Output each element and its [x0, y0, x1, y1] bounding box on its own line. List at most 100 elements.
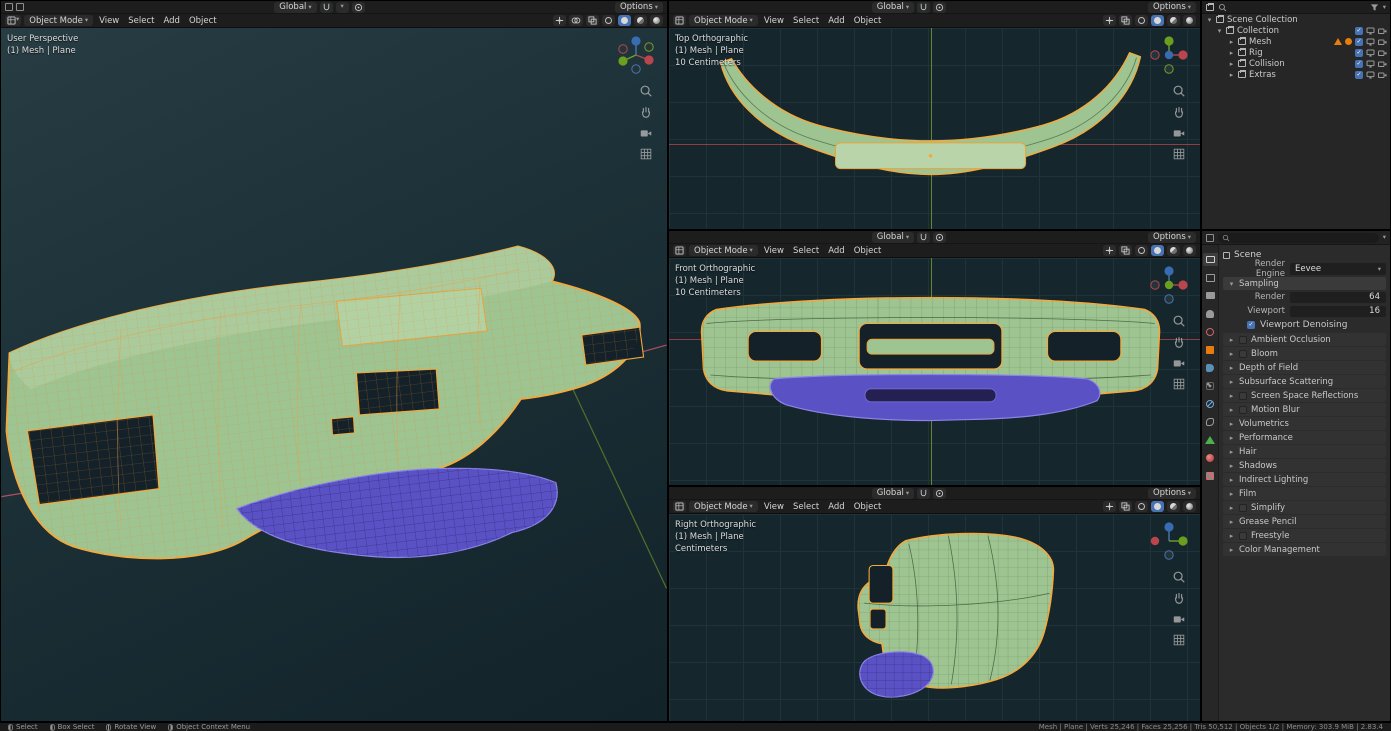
render-visibility-icon[interactable] — [1378, 71, 1387, 79]
tool-icon[interactable] — [16, 3, 24, 11]
section-checkbox[interactable] — [1239, 405, 1247, 414]
section-depth-of-field[interactable]: ▸ Depth of Field — [1223, 361, 1386, 374]
toggle-view-grid-icon[interactable] — [1172, 377, 1186, 391]
gizmo-toggle[interactable] — [553, 15, 566, 26]
xray-toggle[interactable] — [1119, 245, 1132, 256]
shading-rendered-button[interactable] — [650, 15, 663, 26]
tab-object-data[interactable] — [1203, 433, 1218, 446]
transform-orientation-dropdown[interactable]: Global ▾ — [871, 1, 915, 13]
pan-hand-icon[interactable] — [639, 105, 653, 119]
viewport-visibility-icon[interactable] — [1366, 49, 1375, 57]
menu-select[interactable]: Select — [790, 245, 822, 256]
options-dropdown[interactable]: Options ▾ — [1147, 487, 1197, 499]
section-grease-pencil[interactable]: ▸ Grease Pencil — [1223, 515, 1386, 528]
editor-type-button[interactable]: ▾ — [5, 15, 22, 26]
shading-wireframe-button[interactable] — [602, 15, 615, 26]
shading-material-button[interactable] — [634, 15, 647, 26]
properties-editor-icon[interactable] — [1206, 233, 1214, 242]
viewport-canvas[interactable]: Top Orthographic (1) Mesh | Plane 10 Cen… — [669, 28, 1200, 229]
section-performance[interactable]: ▸ Performance — [1223, 431, 1386, 444]
render-engine-dropdown[interactable]: Eevee ▾ — [1290, 263, 1386, 275]
disclosure-triangle-icon[interactable]: ▸ — [1228, 71, 1235, 79]
xray-toggle[interactable] — [1119, 501, 1132, 512]
menu-view[interactable]: View — [761, 15, 787, 26]
viewport-visibility-icon[interactable] — [1366, 71, 1375, 79]
section-motion-blur[interactable]: ▸ Motion Blur — [1223, 403, 1386, 416]
bumper-model-perspective[interactable] — [1, 28, 667, 721]
viewport-canvas[interactable]: Front Orthographic (1) Mesh | Plane 10 C… — [669, 258, 1200, 485]
editor-type-button[interactable] — [673, 15, 686, 26]
tab-object[interactable] — [1203, 343, 1218, 356]
section-color-management[interactable]: ▸ Color Management — [1223, 543, 1386, 556]
render-visibility-icon[interactable] — [1378, 38, 1387, 46]
transform-orientation-dropdown[interactable]: Global ▾ — [871, 231, 915, 243]
outliner-editor-icon[interactable] — [1206, 2, 1214, 11]
shading-solid-button[interactable] — [618, 15, 631, 26]
section-checkbox[interactable] — [1239, 531, 1247, 540]
exclude-checkbox[interactable]: ✓ — [1355, 70, 1363, 79]
tab-modifiers[interactable] — [1203, 361, 1218, 374]
shading-wireframe-button[interactable] — [1135, 15, 1148, 26]
navigation-gizmo[interactable] — [1146, 262, 1192, 308]
shading-rendered-button[interactable] — [1183, 245, 1196, 256]
shading-wireframe-button[interactable] — [1135, 245, 1148, 256]
toggle-view-grid-icon[interactable] — [1172, 633, 1186, 647]
camera-view-icon[interactable] — [1172, 126, 1186, 140]
camera-view-icon[interactable] — [1172, 612, 1186, 626]
mode-dropdown[interactable]: Object Mode ▾ — [689, 245, 758, 256]
shading-solid-button[interactable] — [1151, 15, 1164, 26]
options-dropdown[interactable]: Options ▾ — [1147, 1, 1197, 13]
mode-dropdown[interactable]: Object Mode ▾ — [689, 501, 758, 512]
proportional-editing-toggle[interactable] — [933, 231, 947, 243]
proportional-editing-toggle[interactable] — [351, 1, 365, 13]
section-checkbox[interactable] — [1239, 335, 1247, 344]
pan-hand-icon[interactable] — [1172, 335, 1186, 349]
overlays-toggle[interactable] — [569, 15, 583, 26]
snap-toggle[interactable] — [319, 1, 333, 13]
menu-view[interactable]: View — [761, 501, 787, 512]
navigation-gizmo[interactable] — [1146, 32, 1192, 78]
search-icon[interactable] — [1218, 3, 1227, 12]
shading-wireframe-button[interactable] — [1135, 501, 1148, 512]
section-checkbox[interactable] — [1239, 391, 1247, 400]
exclude-checkbox[interactable]: ✓ — [1355, 37, 1363, 46]
viewport-visibility-icon[interactable] — [1366, 60, 1375, 68]
xray-toggle[interactable] — [586, 15, 599, 26]
outliner-row-collision[interactable]: ▸ Collision ✓ — [1202, 58, 1390, 69]
shading-rendered-button[interactable] — [1183, 15, 1196, 26]
shading-solid-button[interactable] — [1151, 501, 1164, 512]
disclosure-triangle-icon[interactable]: ▸ — [1228, 38, 1235, 46]
render-visibility-icon[interactable] — [1378, 49, 1387, 57]
snap-toggle[interactable] — [917, 231, 931, 243]
section-checkbox[interactable] — [1239, 503, 1247, 512]
pan-hand-icon[interactable] — [1172, 105, 1186, 119]
gizmo-toggle[interactable] — [1103, 501, 1116, 512]
shading-material-button[interactable] — [1167, 245, 1180, 256]
transform-orientation-dropdown[interactable]: Global ▾ — [871, 487, 915, 499]
chevron-down-icon[interactable]: ▾ — [1383, 234, 1386, 241]
xray-toggle[interactable] — [1119, 15, 1132, 26]
section-film[interactable]: ▸ Film — [1223, 487, 1386, 500]
section-freestyle[interactable]: ▸ Freestyle — [1223, 529, 1386, 542]
outliner-row-collection[interactable]: ▾ Collection ✓ — [1202, 25, 1390, 36]
tab-constraints[interactable] — [1203, 415, 1218, 428]
tab-physics[interactable] — [1203, 397, 1218, 410]
section-screen-space-reflections[interactable]: ▸ Screen Space Reflections — [1223, 389, 1386, 402]
gizmo-toggle[interactable] — [1103, 15, 1116, 26]
section-checkbox[interactable] — [1239, 349, 1247, 358]
menu-add[interactable]: Add — [825, 245, 847, 256]
shading-material-button[interactable] — [1167, 501, 1180, 512]
toggle-view-grid-icon[interactable] — [1172, 147, 1186, 161]
properties-search-input[interactable] — [1218, 232, 1379, 243]
chevron-down-icon[interactable]: ▾ — [1383, 4, 1386, 11]
menu-view[interactable]: View — [761, 245, 787, 256]
tab-particles[interactable] — [1203, 379, 1218, 392]
menu-add[interactable]: Add — [825, 501, 847, 512]
snap-toggle[interactable] — [917, 1, 931, 13]
viewport-visibility-icon[interactable] — [1366, 27, 1375, 35]
outliner-row-rig[interactable]: ▸ Rig ✓ — [1202, 47, 1390, 58]
viewport-samples-field[interactable]: 16 — [1290, 305, 1386, 317]
disclosure-triangle-icon[interactable]: ▾ — [1206, 16, 1213, 24]
menu-object[interactable]: Object — [851, 245, 885, 256]
tool-icon[interactable] — [5, 3, 13, 11]
